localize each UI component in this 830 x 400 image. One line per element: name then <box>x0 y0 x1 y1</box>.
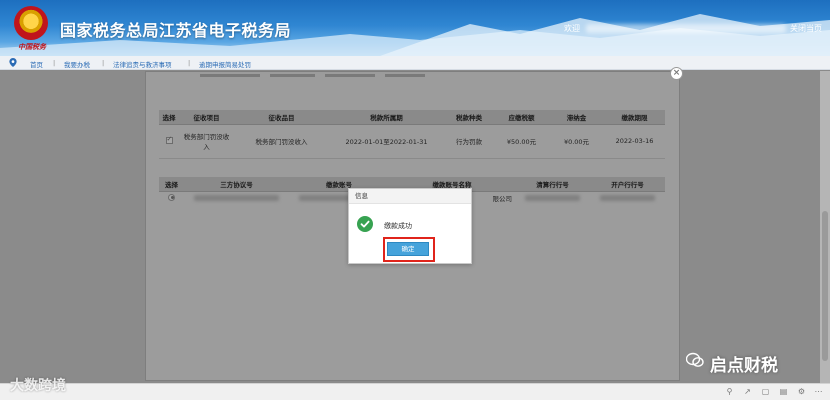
site-header: 中国税务 国家税务总局江苏省电子税务局 欢迎 关闭当页 <box>0 0 830 56</box>
more-icon[interactable]: ⋯ <box>814 387 823 396</box>
close-page-link[interactable]: 关闭当页 <box>790 23 822 34</box>
cell-clearing-bank <box>515 191 590 205</box>
popup-message: 缴款成功 <box>384 222 412 230</box>
row-select-cell <box>159 191 184 205</box>
redacted-value <box>194 195 279 202</box>
cell-tax-type: 行为罚款 <box>444 124 494 159</box>
cell-levy-item: 税务部门罚没收入 <box>179 124 234 159</box>
levy-table-header: 选择 征收项目 征收品目 税款所属期 税款种类 应缴税额 滞纳金 缴款期限 <box>159 110 665 125</box>
location-pin-icon <box>9 58 17 67</box>
breadcrumb: 首页 | 我要办税 | 法律追责与救济事项 | 逾期申报简易处罚 <box>0 56 830 70</box>
tax-emblem-icon <box>14 6 48 40</box>
highlight-box <box>383 237 435 262</box>
settings-icon[interactable]: ⚙ <box>797 387 806 396</box>
row-select-cell <box>159 124 179 159</box>
col-deadline: 缴款期限 <box>604 110 665 125</box>
breadcrumb-separator: | <box>53 59 56 67</box>
cell-opening-bank <box>590 191 665 205</box>
emblem-script: 中国税务 <box>18 42 46 51</box>
watermark-left-text: 大数跨境 <box>10 378 66 394</box>
account-name-suffix: 限公司 <box>492 195 513 204</box>
table-row: 税务部门罚没收入 税务部门罚没收入 2022-01-01至2022-01-31 … <box>159 124 665 159</box>
redacted-value <box>600 195 655 202</box>
cell-late-fee: ¥0.00元 <box>549 124 604 159</box>
row-radio[interactable] <box>168 193 175 201</box>
col-select: 选择 <box>159 177 184 192</box>
scrollbar-thumb[interactable] <box>822 211 828 361</box>
delete-icon[interactable]: ▢ <box>761 387 770 396</box>
cell-levy-category: 税务部门罚没收入 <box>234 124 329 159</box>
breadcrumb-tax[interactable]: 我要办税 <box>64 59 90 69</box>
col-tax-period: 税款所属期 <box>329 110 444 125</box>
breadcrumb-home[interactable]: 首页 <box>30 59 43 69</box>
col-clearing-bank: 清算行行号 <box>515 177 590 192</box>
popup-title: 信息 <box>349 189 471 204</box>
cell-tax-period: 2022-01-01至2022-01-31 <box>329 124 444 159</box>
breadcrumb-legal[interactable]: 法律追责与救济事项 <box>113 59 172 69</box>
col-late-fee: 滞纳金 <box>549 110 604 125</box>
cell-deadline: 2022-03-16 <box>604 124 665 159</box>
col-tax-type: 税款种类 <box>444 110 494 125</box>
levy-table: 选择 征收项目 征收品目 税款所属期 税款种类 应缴税额 滞纳金 缴款期限 税务… <box>159 110 665 159</box>
watermark-right: 启点财税 <box>688 351 778 376</box>
redacted-username <box>586 24 786 33</box>
status-bar: ⚲ ↗ ▢ ▤ ⚙ ⋯ <box>0 383 830 400</box>
watermark-right-text: 启点财税 <box>710 356 778 376</box>
welcome-label: 欢迎 <box>564 24 580 33</box>
cutoff-text-fragment <box>200 70 460 77</box>
share-icon[interactable]: ↗ <box>743 387 752 396</box>
cell-agreement-no <box>184 191 289 205</box>
pin-icon[interactable]: ⚲ <box>725 387 734 396</box>
welcome-text: 欢迎 <box>564 23 786 34</box>
col-opening-bank: 开户行行号 <box>590 177 665 192</box>
col-levy-item: 征收项目 <box>179 110 234 125</box>
page-scrollbar[interactable] <box>820 71 830 383</box>
row-checkbox[interactable] <box>165 135 173 144</box>
breadcrumb-separator: | <box>102 59 105 67</box>
cell-tax-amount: ¥50.00元 <box>494 124 549 159</box>
print-icon[interactable]: ▤ <box>779 387 788 396</box>
col-tax-amount: 应缴税额 <box>494 110 549 125</box>
breadcrumb-current: 逾期申报简易处罚 <box>199 61 251 69</box>
dialog-close-icon[interactable]: × <box>670 67 683 80</box>
redacted-value <box>525 195 580 202</box>
col-agreement-no: 三方协议号 <box>184 177 289 192</box>
site-title: 国家税务总局江苏省电子税务局 <box>60 21 292 40</box>
watermark-left: 大数跨境 <box>10 375 66 395</box>
col-select: 选择 <box>159 110 179 125</box>
col-levy-category: 征收品目 <box>234 110 329 125</box>
breadcrumb-separator: | <box>188 59 191 67</box>
success-check-icon <box>357 216 373 232</box>
